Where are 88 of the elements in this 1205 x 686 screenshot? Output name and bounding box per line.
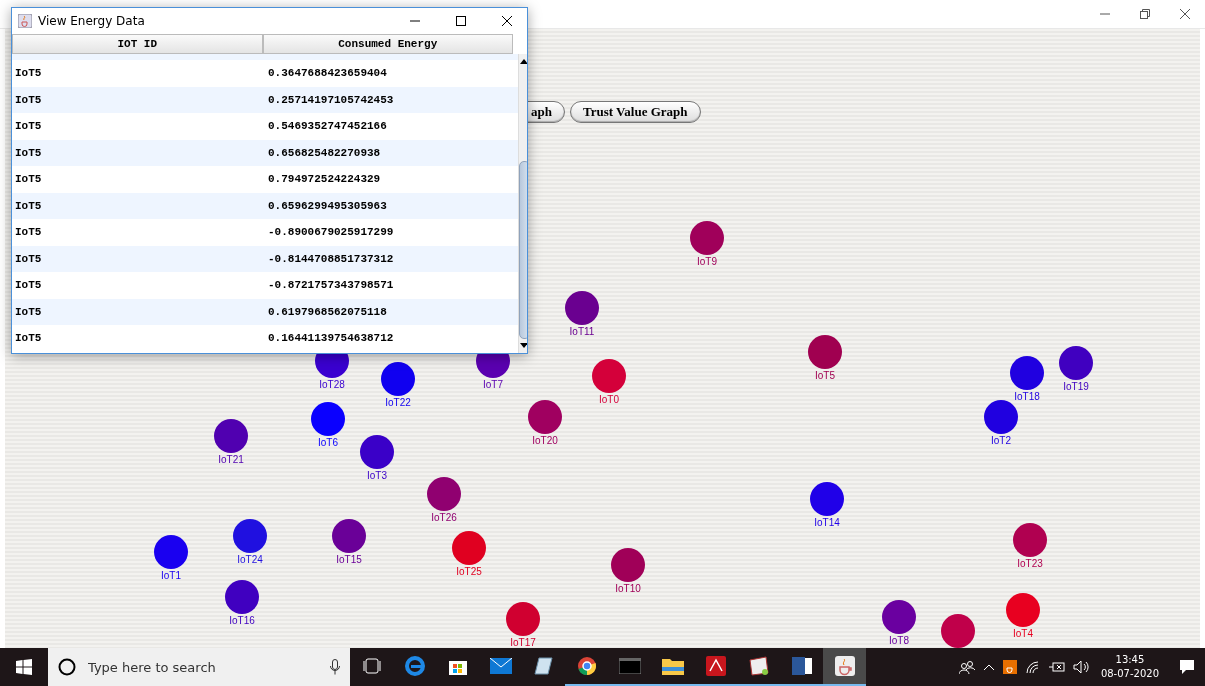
node-label: IoT25: [456, 566, 482, 577]
search-box[interactable]: Type here to search: [48, 648, 350, 686]
node-label: IoT4: [1013, 628, 1033, 639]
table-cell-text: 0.5469352747452166: [267, 120, 388, 133]
table-cell-text: IoT5: [14, 226, 43, 239]
drawing-app-icon: [747, 656, 770, 676]
clock-time: 13:45: [1115, 653, 1145, 667]
node-label: IoT10: [615, 583, 641, 594]
table-cell-text: IoT5: [14, 146, 43, 159]
node-label: IoT21: [218, 454, 244, 465]
node-label: IoT5: [815, 370, 835, 381]
chrome-icon: [576, 656, 597, 676]
node-label: IoT23: [1017, 558, 1043, 569]
node-label: IoT0: [599, 394, 619, 405]
table-cell-text: 0.656825482270938: [267, 146, 382, 159]
windows-icon: [16, 659, 32, 675]
table-cell-text: IoT5: [14, 173, 43, 186]
java-icon: [834, 656, 855, 676]
column-header[interactable]: IOT ID: [12, 34, 263, 54]
taskbar-app[interactable]: [823, 648, 866, 686]
maximize-icon[interactable]: [456, 16, 466, 26]
scroll-up-icon: [519, 58, 527, 64]
table-cell-text: IoT5: [14, 199, 43, 212]
node-label: IoT11: [569, 326, 595, 337]
graph-button[interactable]: Trust Value Graph: [570, 101, 701, 123]
word-icon: [790, 656, 813, 676]
table-cell-text: -0.8721757343798571: [267, 279, 395, 292]
table-cell-text: IoT5: [14, 305, 43, 318]
restore-icon[interactable]: [1140, 9, 1150, 19]
notepad-icon: [533, 656, 554, 676]
browser-icon: [404, 656, 425, 676]
node-label: IoT24: [237, 554, 263, 565]
table-cell-text: IoT5: [14, 332, 43, 345]
java-tray-icon[interactable]: [1002, 660, 1017, 674]
clock-date: 08-07-2020: [1100, 667, 1159, 681]
volume-icon[interactable]: [1072, 660, 1089, 674]
table-cell-text: IoT5: [14, 120, 43, 133]
wifi-icon[interactable]: [1024, 660, 1041, 674]
terminal-icon: [618, 658, 641, 674]
search-field[interactable]: Type here to search: [86, 658, 320, 676]
column-header[interactable]: Consumed Energy: [262, 34, 513, 54]
mail-icon: [489, 658, 512, 674]
node-label: IoT16: [229, 615, 255, 626]
table-cell-text: -0.8900679025917299: [267, 226, 395, 239]
node-label: IoT18: [1014, 391, 1040, 402]
close-icon[interactable]: [1180, 9, 1190, 19]
table-cell-text: IoT5: [14, 93, 43, 106]
node-label: IoT15: [336, 554, 362, 565]
pdf-icon: [705, 656, 726, 676]
node-label: IoT7: [483, 379, 503, 390]
table-cell-text: -0.8144708851737312: [267, 252, 395, 265]
scrollbar[interactable]: [518, 54, 527, 353]
notification-icon[interactable]: [1179, 659, 1195, 675]
scroll-thumb[interactable]: [519, 161, 527, 339]
table-cell-text: 0.794972524224329: [267, 173, 382, 186]
java-icon: [18, 14, 32, 28]
table-cell-text: 0.6596299495305963: [267, 199, 388, 212]
close-icon[interactable]: [502, 16, 512, 26]
node-label: IoT8: [889, 635, 909, 646]
node-label: IoT22: [385, 397, 411, 408]
task-view-icon: [362, 658, 381, 674]
microphone-icon: [330, 659, 340, 675]
node-label: IoT28: [319, 379, 345, 390]
people-icon[interactable]: [958, 660, 975, 674]
clock[interactable]: 13:45 08-07-2020: [1100, 653, 1159, 681]
table-cell-text: 0.6197968562075118: [267, 305, 388, 318]
table-cell-text: 0.25714197105742453: [267, 93, 395, 106]
node-label: IoT9: [697, 256, 717, 267]
network-icon[interactable]: [1048, 661, 1065, 673]
scroll-down-icon: [519, 343, 527, 349]
node-label: IoT14: [814, 517, 840, 528]
node-label: IoT17: [510, 637, 536, 648]
node-label: IoT2: [991, 435, 1011, 446]
node-label: IoT1: [161, 570, 181, 581]
table-cell-text: 0.3647688423659404: [267, 67, 388, 80]
table-cell-text: IoT5: [14, 279, 43, 292]
node-label: IoT20: [532, 435, 558, 446]
search-icon: [58, 658, 76, 676]
node-label: IoT3: [367, 470, 387, 481]
table-cell-text: IoT5: [14, 67, 43, 80]
chevron-up-icon[interactable]: [982, 663, 995, 671]
node-label: IoT26: [431, 512, 457, 523]
table-cell-text: 0.16441139754638712: [267, 332, 395, 345]
folder-icon: [661, 657, 684, 675]
node-label: IoT19: [1063, 381, 1089, 392]
table-cell-text: IoT5: [14, 252, 43, 265]
node-label: IoT6: [318, 437, 338, 448]
dialog-title: View Energy Data: [38, 14, 146, 28]
